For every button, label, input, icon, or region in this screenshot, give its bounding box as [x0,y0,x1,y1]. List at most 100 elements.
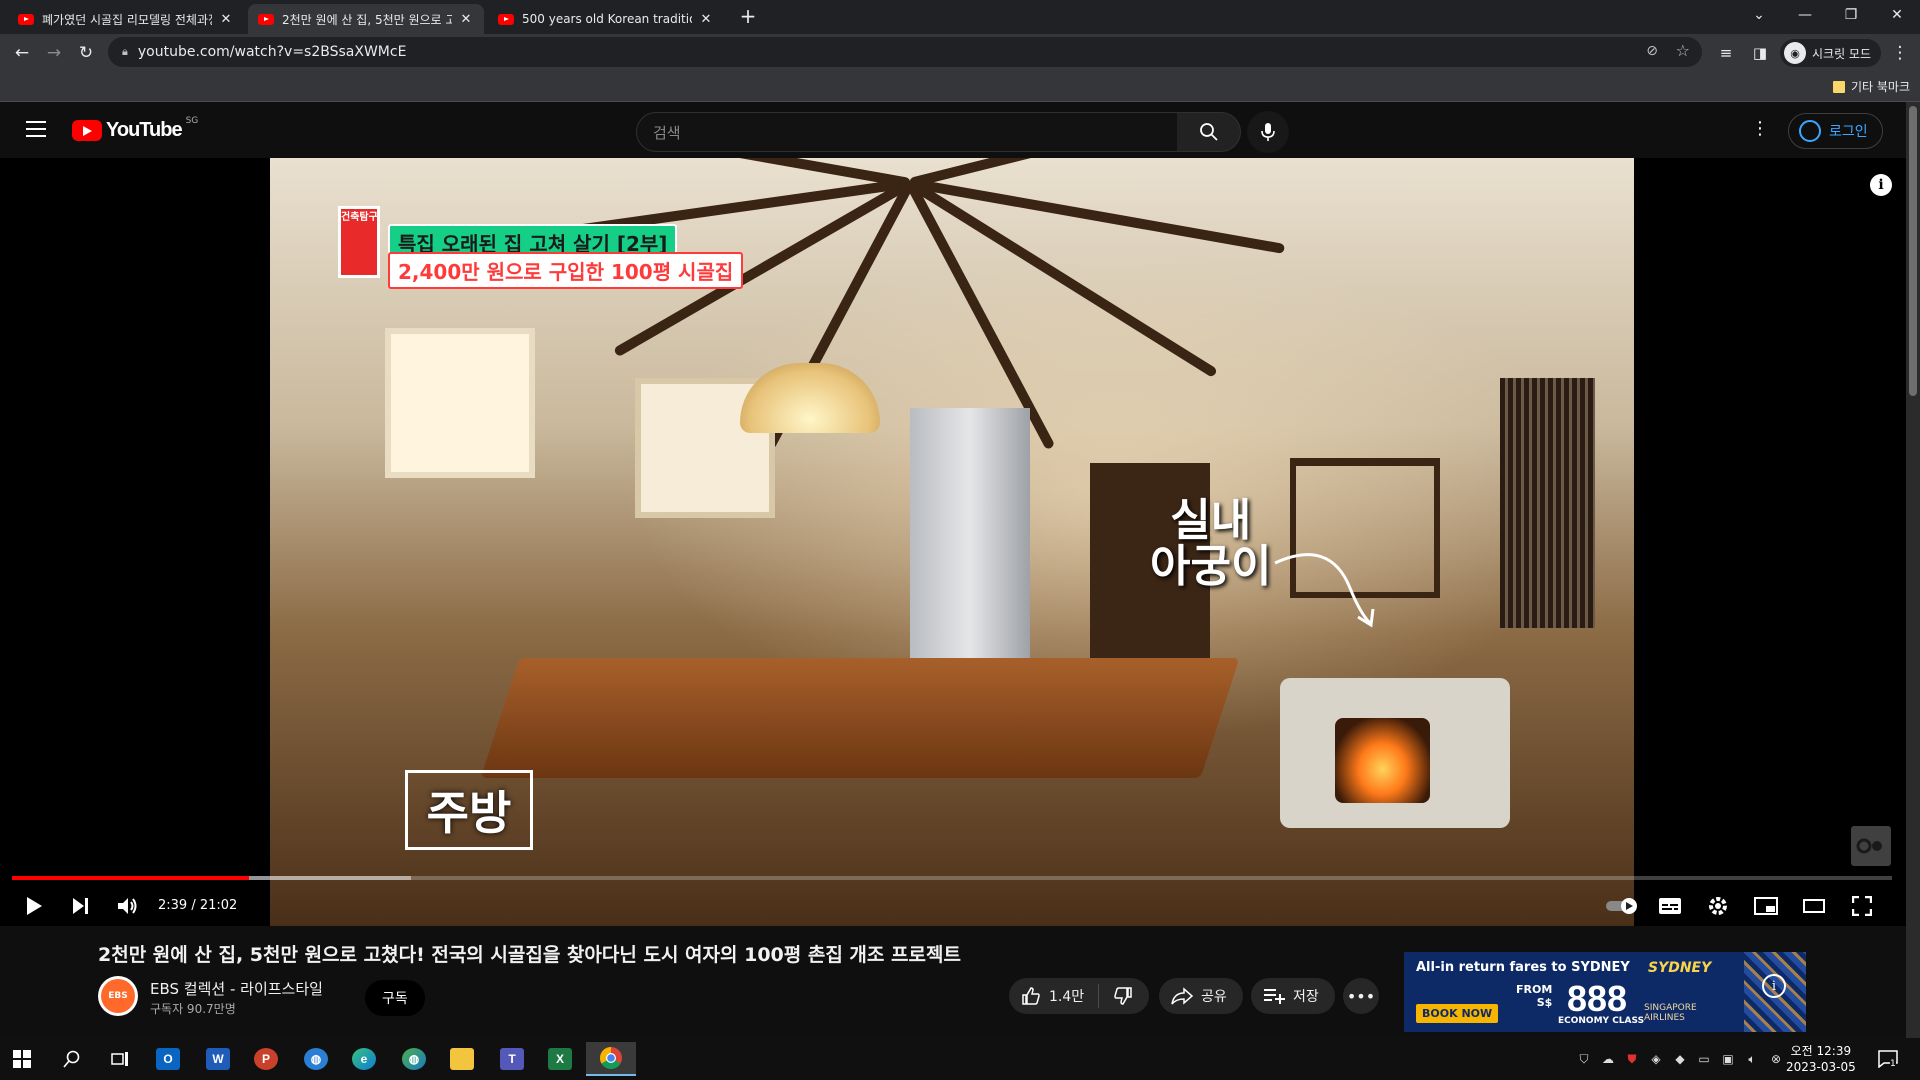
caption-stove: 실내 아궁이 [1150,497,1271,590]
file-explorer-app[interactable] [440,1042,484,1076]
excel-app[interactable]: X [538,1042,582,1076]
theater-icon [1803,899,1825,913]
notification-center-button[interactable]: 1 [1876,1047,1900,1071]
close-circle-icon[interactable]: ⊗ [1768,1051,1784,1067]
teams-icon: T [500,1048,524,1070]
settings-kebab-icon[interactable]: ⋮ [1750,118,1770,139]
search-button[interactable] [1177,112,1241,152]
subscribe-button[interactable]: 구독 [365,980,425,1016]
thumbs-up-icon [1022,987,1040,1005]
tab-title: 500 years old Korean traditional [522,12,692,26]
system-clock[interactable]: 오전 12:39 2023-03-05 [1786,1043,1856,1075]
time-display: 2:39 / 21:02 [158,898,238,913]
voice-search-button[interactable] [1247,111,1289,153]
other-bookmarks[interactable]: 기타 북마크 [1832,78,1910,95]
tab-3[interactable]: 500 years old Korean traditional ✕ [488,4,724,34]
defender-shield-icon[interactable]: ⛉ [1576,1051,1592,1067]
reload-icon[interactable]: ↻ [72,39,100,67]
start-button[interactable] [0,1042,44,1076]
dislike-button[interactable] [1099,986,1147,1006]
youtube-favicon-icon [18,13,34,25]
tracking-eye-off-icon[interactable]: ⊘ [1646,43,1658,59]
ad-book-now-button[interactable]: BOOK NOW [1416,1004,1499,1023]
incognito-label: 시크릿 모드 [1812,46,1872,61]
video-metadata: 2천만 원에 산 집, 5천만 원으로 고쳤다! 전국의 시골집을 찾아다닌 도… [0,926,1906,1038]
chrome-app-active[interactable] [586,1042,636,1076]
ad-info-icon[interactable]: i [1762,974,1786,998]
hamburger-menu-icon[interactable] [26,121,46,137]
battery-icon[interactable]: ▭ [1696,1051,1712,1067]
volume-button[interactable] [110,888,146,924]
fullscreen-button[interactable] [1844,888,1880,924]
antivirus-icon[interactable]: ⛊ [1624,1051,1640,1067]
word-icon: W [206,1048,230,1070]
onedrive-cloud-icon[interactable]: ☁ [1600,1051,1616,1067]
miniplayer-button[interactable] [1748,888,1784,924]
bookmark-star-icon[interactable]: ☆ [1676,41,1690,60]
other-bookmarks-label: 기타 북마크 [1850,80,1910,94]
channel-avatar[interactable]: EBS [98,976,138,1016]
save-button[interactable]: 저장 [1251,978,1335,1014]
channel-watermark-icon[interactable] [1851,826,1891,866]
page-scrollbar[interactable] [1906,102,1920,1038]
close-window-button[interactable]: ✕ [1874,0,1920,30]
add-to-playlist-icon [1264,989,1285,1004]
speaker-muted-icon[interactable]: 🔈︎ [1744,1051,1760,1067]
network-icon[interactable]: ▣ [1720,1051,1736,1067]
share-button[interactable]: 공유 [1159,978,1243,1014]
new-tab-button[interactable]: + [736,4,760,30]
user-circle-icon [1799,120,1821,142]
taskbar-search-button[interactable] [50,1042,94,1076]
microphone-icon [1261,123,1275,141]
more-actions-button[interactable]: ••• [1343,978,1379,1014]
video-info-icon[interactable]: i [1870,174,1892,196]
dining-table [480,658,1240,778]
tab-search-chevron-icon[interactable]: ⌄ [1736,0,1782,30]
autoplay-toggle[interactable] [1604,888,1640,924]
youtube-logo[interactable]: YouTube SG [72,116,198,142]
browser-tab-strip: 폐가였던 시골집 리모델링 전체과정 ✕ 2천만 원에 산 집, 5천만 원으로… [0,0,1920,34]
browser-app[interactable]: ◍ [294,1042,338,1076]
forward-arrow-icon[interactable]: → [40,39,68,67]
video-title: 2천만 원에 산 집, 5천만 원으로 고쳤다! 전국의 시골집을 찾아다닌 도… [98,944,961,966]
task-view-button[interactable] [98,1042,142,1076]
media-controls-icon[interactable]: ≡ [1712,39,1740,67]
play-button[interactable] [16,888,52,924]
chrome-menu-icon[interactable]: ⋮ [1886,39,1914,67]
tab-2-active[interactable]: 2천만 원에 산 집, 5천만 원으로 고 ✕ [248,4,484,34]
outlook-app[interactable]: O [146,1042,190,1076]
restore-button[interactable]: ❐ [1828,0,1874,30]
edge-app[interactable]: e [342,1042,386,1076]
tab-close-icon[interactable]: ✕ [698,12,714,27]
theater-mode-button[interactable] [1796,888,1832,924]
signin-button[interactable]: 로그인 [1788,113,1883,149]
video-player[interactable]: 건축탐구 특집 오래된 집 고쳐 살기 [2부] 2,400만 원으로 구입한 … [0,158,1906,926]
sponsored-ad-banner[interactable]: All-in return fares to SYDNEY FROM S$ 88… [1404,952,1806,1032]
tab-close-icon[interactable]: ✕ [458,12,474,27]
powerpoint-app[interactable]: P [244,1042,288,1076]
progress-bar[interactable] [12,876,1892,880]
settings-button[interactable] [1700,888,1736,924]
tray-app-icon-2[interactable]: ◆ [1672,1051,1688,1067]
volume-icon [118,898,137,914]
like-button[interactable]: 1.4만 [1009,984,1100,1008]
tray-app-icon[interactable]: ◈ [1648,1051,1664,1067]
scrollbar-thumb[interactable] [1909,106,1917,396]
subtitles-button[interactable] [1652,888,1688,924]
tab-1[interactable]: 폐가였던 시골집 리모델링 전체과정 ✕ [8,4,244,34]
program-badge-text: 건축탐구 [341,212,378,223]
back-arrow-icon[interactable]: ← [8,39,36,67]
thumbs-down-icon [1114,987,1132,1005]
browser-app-2[interactable]: ◍ [392,1042,436,1076]
played-bar [12,876,249,880]
incognito-indicator[interactable]: ◉ 시크릿 모드 [1780,39,1882,67]
minimize-button[interactable]: — [1782,0,1828,30]
tab-close-icon[interactable]: ✕ [218,12,234,27]
teams-app[interactable]: T [490,1042,534,1076]
channel-name[interactable]: EBS 컬렉션 - 라이프스타일 [150,978,323,999]
side-panel-icon[interactable]: ◨ [1746,39,1774,67]
word-app[interactable]: W [196,1042,240,1076]
search-input[interactable]: 검색 [636,112,1178,152]
address-bar[interactable]: 🔒︎ youtube.com/watch?v=s2BSsaXWMcE ⊘ ☆ [108,37,1702,67]
next-button[interactable] [63,888,99,924]
